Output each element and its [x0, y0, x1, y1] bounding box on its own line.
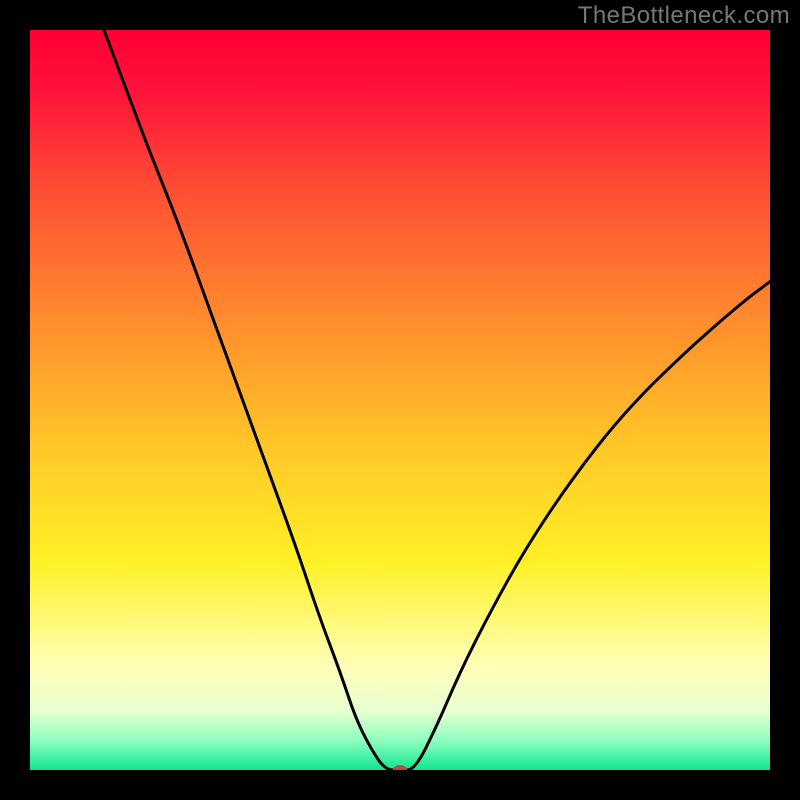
gradient-background — [30, 30, 770, 770]
watermark-label: TheBottleneck.com — [578, 2, 790, 30]
chart-frame: TheBottleneck.com — [0, 0, 800, 800]
plot-area — [30, 30, 770, 770]
bottleneck-chart — [30, 30, 770, 770]
